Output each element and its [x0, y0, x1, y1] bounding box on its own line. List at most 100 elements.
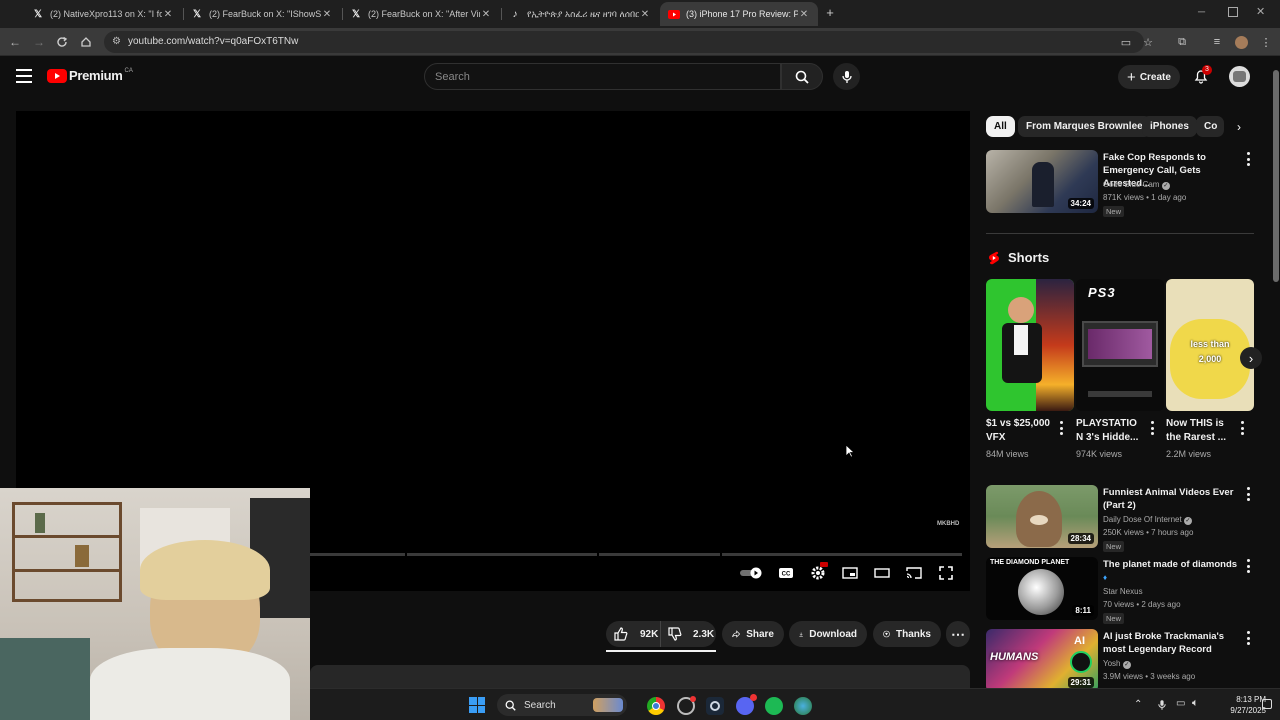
notification-center-icon[interactable]: [1262, 699, 1272, 709]
channel-name[interactable]: Daily Dose Of Internet ✓: [1103, 515, 1192, 525]
video-menu-icon[interactable]: [1245, 559, 1251, 573]
globe-app-icon[interactable]: [794, 697, 812, 715]
maximize-window-button[interactable]: [1228, 7, 1238, 17]
miniplayer-button[interactable]: [841, 564, 859, 582]
create-button[interactable]: + Create: [1118, 65, 1180, 89]
chair: [0, 638, 90, 720]
network-icon[interactable]: ▭: [1176, 698, 1185, 709]
extensions-icon[interactable]: ⧉: [1174, 34, 1190, 50]
close-tab-icon[interactable]: ✕: [798, 9, 810, 20]
minimize-window-button[interactable]: ─: [1198, 7, 1208, 18]
system-clock[interactable]: 8:13 PM 9/27/2025: [1216, 694, 1266, 716]
close-tab-icon[interactable]: ✕: [162, 9, 174, 20]
voice-search-button[interactable]: [833, 63, 860, 90]
channel-name[interactable]: Star Nexus: [1103, 587, 1143, 596]
svg-text:CC: CC: [782, 572, 791, 578]
theater-mode-button[interactable]: [873, 564, 891, 582]
channel-label: Yosh: [1103, 659, 1121, 668]
reload-button[interactable]: [53, 33, 71, 51]
hamburger-menu-icon[interactable]: [16, 69, 32, 83]
spotify-icon[interactable]: [765, 697, 783, 715]
video-title[interactable]: AI just Broke Trackmania's most Legendar…: [1103, 630, 1243, 656]
browser-menu-icon[interactable]: ⋮: [1258, 34, 1274, 50]
filter-chip-all[interactable]: All: [986, 116, 1015, 137]
video-menu-icon[interactable]: [1245, 152, 1251, 166]
like-button[interactable]: 92K: [606, 621, 661, 647]
profile-avatar[interactable]: [1233, 34, 1249, 50]
forward-button[interactable]: →: [30, 33, 48, 51]
account-avatar[interactable]: [1229, 66, 1250, 87]
video-title[interactable]: Funniest Animal Videos Ever (Part 2): [1103, 486, 1243, 512]
page-scrollbar-thumb[interactable]: [1273, 70, 1279, 282]
filter-chip[interactable]: iPhones: [1142, 116, 1197, 137]
channel-name[interactable]: Yosh ✓: [1103, 659, 1131, 669]
progress-bar[interactable]: [310, 553, 962, 556]
tray-overflow-icon[interactable]: ⌃: [1134, 699, 1142, 710]
media-controls-icon[interactable]: ≡: [1209, 34, 1225, 50]
cast-icon[interactable]: ▭: [1118, 34, 1134, 50]
tab-title: (2) FearBuck on X: "IShowSpee: [209, 9, 321, 19]
bookmark-star-icon[interactable]: ☆: [1140, 34, 1156, 50]
settings-button[interactable]: [809, 562, 828, 582]
filter-chip[interactable]: From Marques Brownlee: [1018, 116, 1151, 137]
short-thumbnail[interactable]: less than 2,000: [1166, 279, 1254, 411]
video-menu-icon[interactable]: [1245, 631, 1251, 645]
windows-start-icon[interactable]: [469, 697, 485, 713]
short-title[interactable]: PLAYSTATIO N 3's Hidde...: [1076, 417, 1146, 445]
download-button[interactable]: Download: [789, 621, 867, 647]
short-menu-icon[interactable]: [1149, 421, 1155, 435]
taskbar-search[interactable]: Search: [497, 694, 627, 716]
browser-tab[interactable]: 𝕏 (2) NativeXpro113 on X: "I foun ✕: [24, 2, 182, 26]
discord-icon[interactable]: [736, 694, 757, 715]
captions-button[interactable]: CC: [777, 564, 795, 582]
browser-tab-active[interactable]: (3) iPhone 17 Pro Review: Parad ✕: [660, 2, 818, 26]
video-thumbnail[interactable]: THE DIAMOND PLANET 8:11: [986, 557, 1098, 620]
site-info-icon[interactable]: ⚙: [112, 36, 124, 48]
thanks-button[interactable]: Thanks: [873, 621, 941, 647]
shorts-next-button[interactable]: ›: [1240, 347, 1262, 369]
close-tab-icon[interactable]: ✕: [639, 9, 651, 20]
dislike-button[interactable]: 2.3K: [661, 621, 714, 647]
video-thumbnail[interactable]: 34:24: [986, 150, 1098, 213]
back-button[interactable]: ←: [6, 33, 24, 51]
chips-next-button[interactable]: ›: [1229, 116, 1249, 137]
notifications-button[interactable]: 3: [1193, 65, 1212, 86]
short-thumbnail[interactable]: PS3: [1076, 279, 1164, 411]
search-input[interactable]: Search: [424, 63, 781, 90]
volume-icon[interactable]: 🔈︎: [1192, 697, 1199, 710]
more-actions-button[interactable]: ⋯: [946, 621, 970, 647]
cast-button[interactable]: [905, 564, 923, 582]
home-button[interactable]: [77, 33, 95, 51]
short-title[interactable]: Now THIS is the Rarest ...: [1166, 417, 1236, 445]
browser-tab[interactable]: ♪ የኢትዮጵያ አስፈሪ ዜና ዘገባ ለሰበር ✕: [501, 2, 659, 26]
filter-chip[interactable]: Co: [1196, 116, 1224, 137]
video-menu-icon[interactable]: [1245, 487, 1251, 501]
video-thumbnail[interactable]: HUMANS AI 29:31: [986, 629, 1098, 692]
close-window-button[interactable]: ✕: [1256, 5, 1268, 18]
verified-icon: ✓: [1183, 517, 1192, 525]
youtube-header: Premium CA Search + Create 3: [0, 57, 1280, 97]
short-thumbnail[interactable]: [986, 279, 1074, 411]
description-box[interactable]: [310, 665, 970, 688]
short-menu-icon[interactable]: [1058, 421, 1064, 435]
short-title[interactable]: $1 vs $25,000 VFX: [986, 417, 1056, 445]
app-icon[interactable]: [677, 696, 696, 715]
address-bar[interactable]: ⚙ youtube.com/watch?v=q0aFOxT6TNw: [104, 31, 1144, 53]
new-tab-button[interactable]: +: [823, 6, 837, 20]
steam-icon[interactable]: [706, 697, 724, 715]
close-tab-icon[interactable]: ✕: [321, 9, 333, 20]
video-thumbnail[interactable]: 28:34: [986, 485, 1098, 548]
share-button[interactable]: Share: [722, 621, 784, 647]
microphone-tray-icon[interactable]: [1158, 698, 1166, 710]
browser-tab[interactable]: 𝕏 (2) FearBuck on X: "After Virgin ✕: [342, 2, 500, 26]
search-button[interactable]: [781, 63, 823, 90]
short-menu-icon[interactable]: [1239, 421, 1245, 435]
youtube-premium-logo[interactable]: Premium CA: [47, 68, 133, 83]
fullscreen-button[interactable]: [937, 564, 955, 582]
browser-tab[interactable]: 𝕏 (2) FearBuck on X: "IShowSpee ✕: [183, 2, 341, 26]
video-title[interactable]: The planet made of diamonds: [1103, 558, 1243, 571]
autoplay-toggle[interactable]: [739, 564, 765, 582]
chrome-icon[interactable]: [647, 697, 665, 715]
channel-name[interactable]: Code Blue Cam ✓: [1103, 180, 1170, 190]
close-tab-icon[interactable]: ✕: [480, 9, 492, 20]
